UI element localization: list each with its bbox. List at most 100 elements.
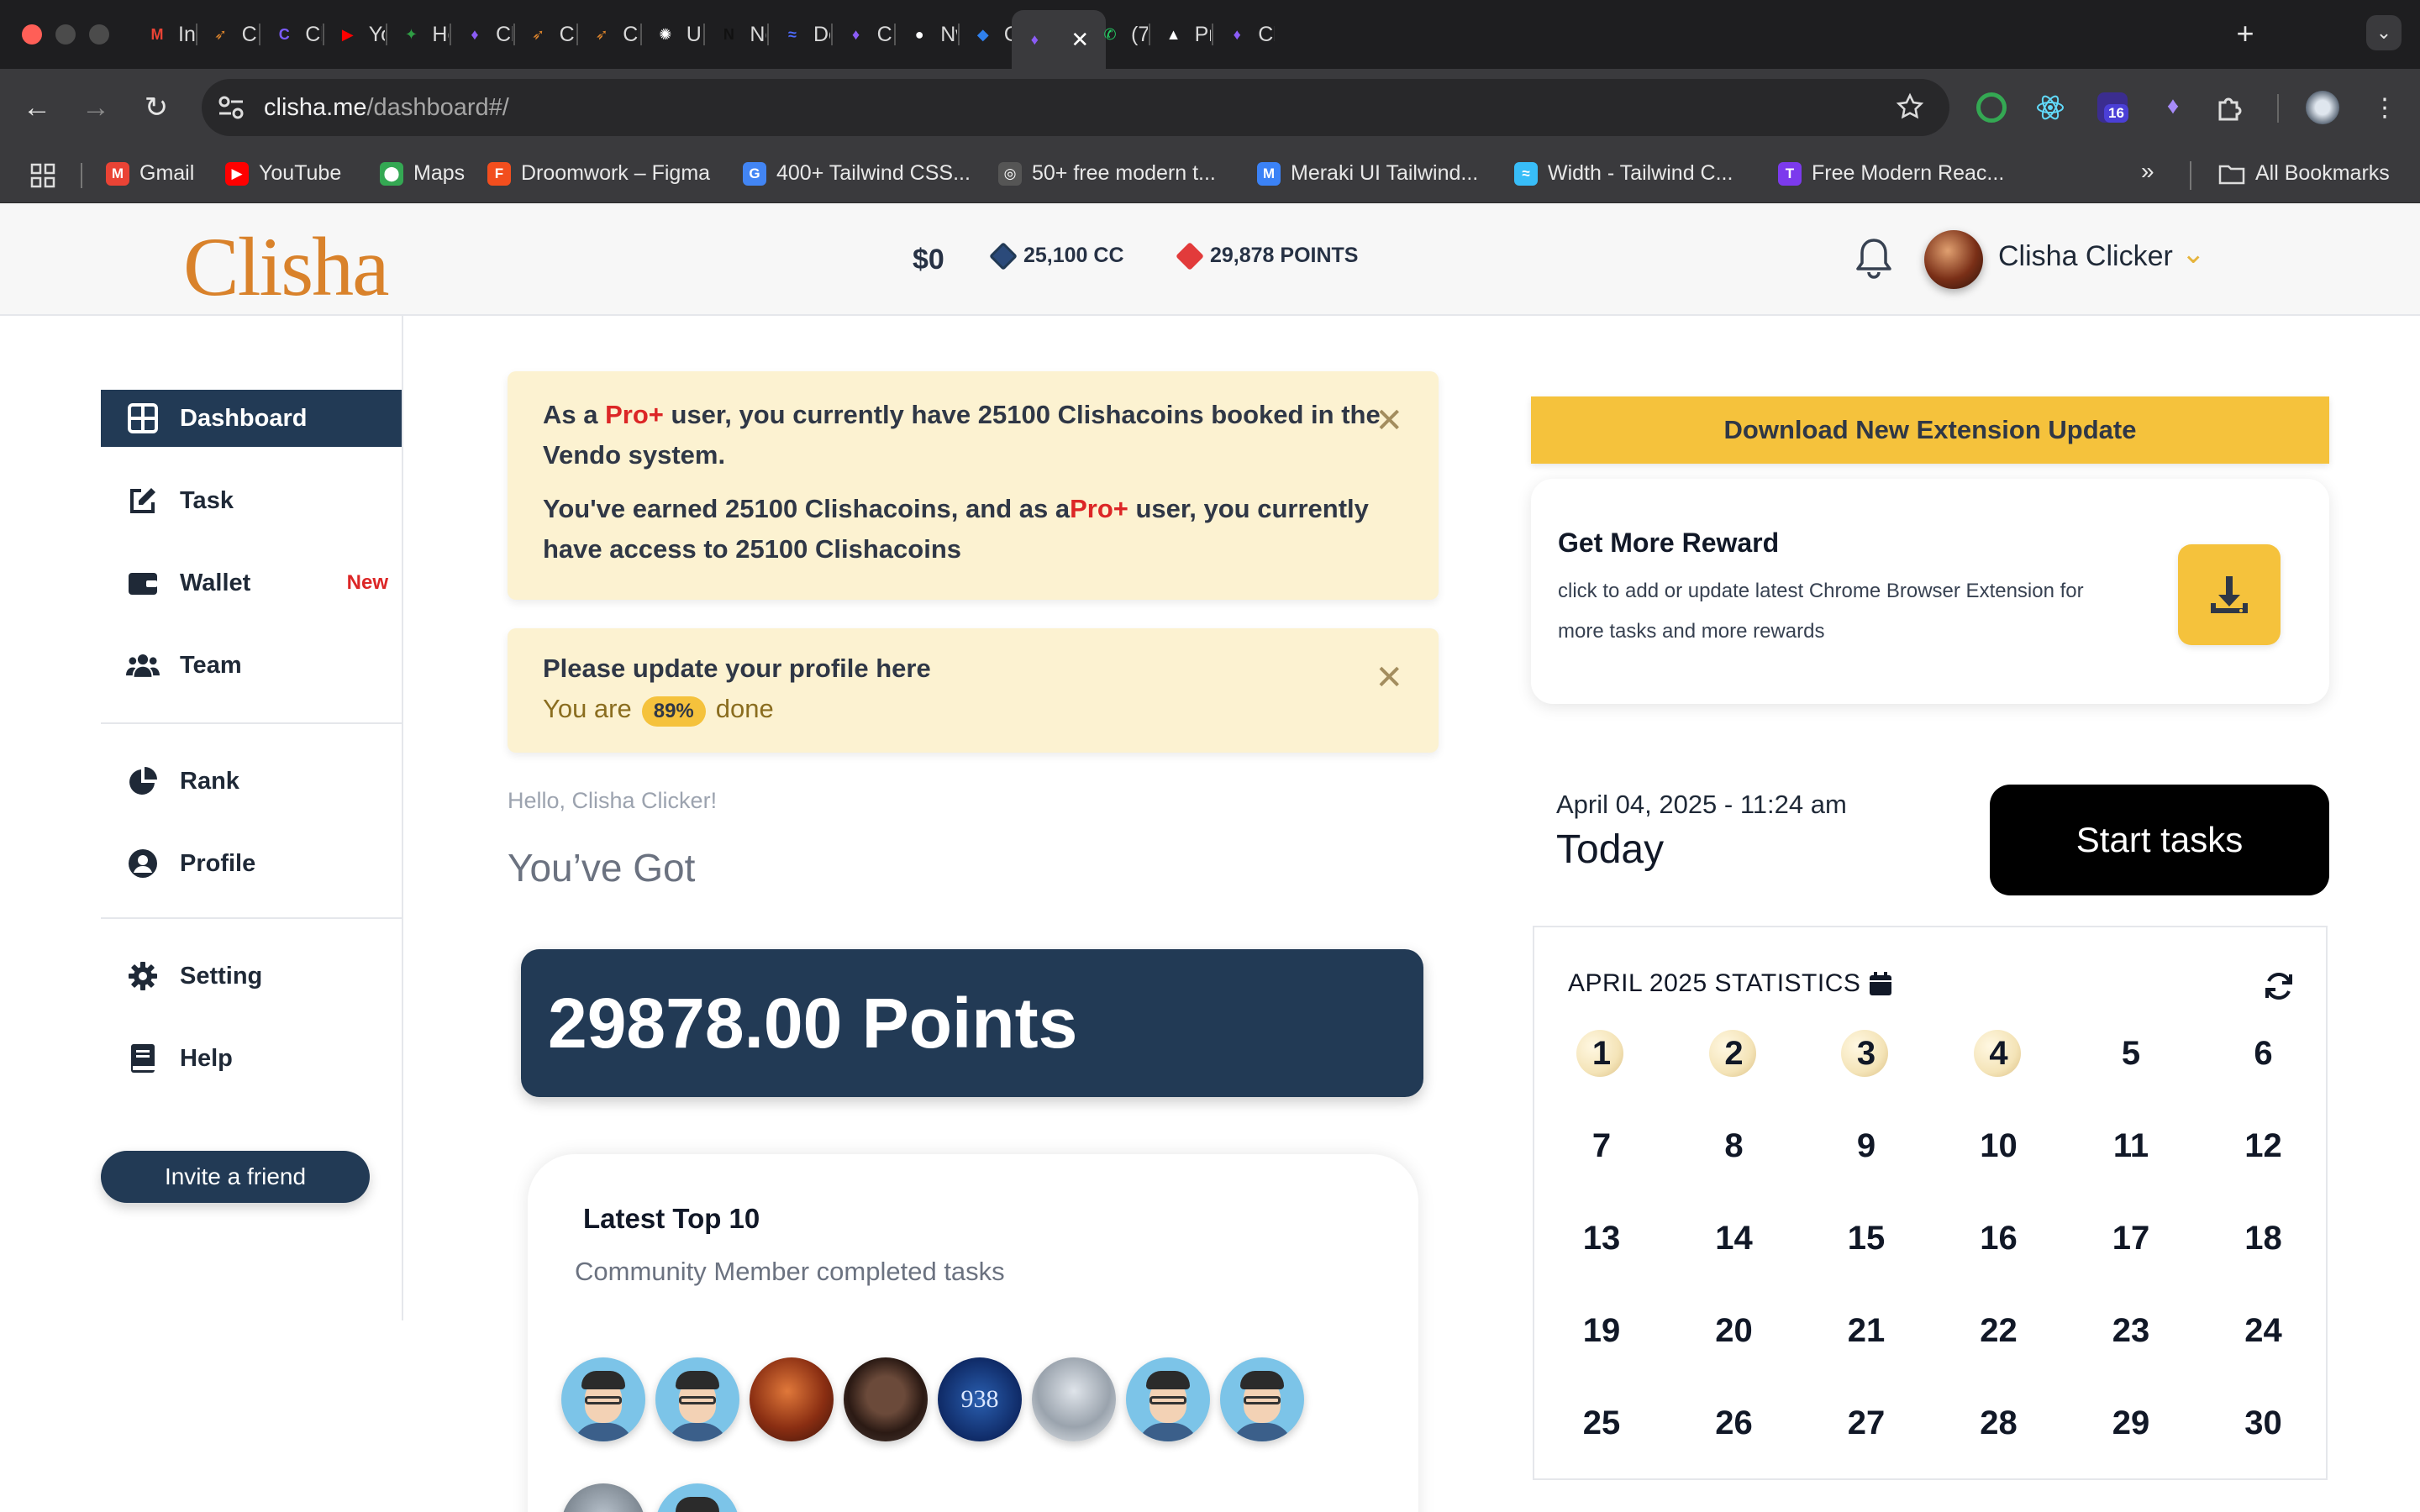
back-button[interactable]: ← bbox=[17, 87, 57, 128]
address-bar[interactable]: clisha.me/dashboard#/ bbox=[202, 79, 1949, 136]
clisha-extension-icon[interactable]: ♦ bbox=[2158, 92, 2188, 123]
apps-grid-icon[interactable] bbox=[30, 163, 55, 188]
refresh-icon[interactable] bbox=[2262, 969, 2296, 1003]
close-icon[interactable]: ✕ bbox=[1375, 402, 1403, 440]
browser-tab[interactable]: ➶ Clis bbox=[516, 13, 576, 55]
chevron-down-icon[interactable]: ⌄ bbox=[2181, 237, 2206, 270]
all-bookmarks-button[interactable]: All Bookmarks bbox=[2218, 161, 2390, 186]
bookmark-item[interactable]: M Gmail bbox=[106, 161, 194, 186]
member-avatar[interactable] bbox=[844, 1357, 928, 1441]
download-extension-banner[interactable]: Download New Extension Update bbox=[1531, 396, 2329, 464]
invite-friend-button[interactable]: Invite a friend bbox=[101, 1151, 370, 1203]
calendar-day[interactable]: 13 bbox=[1560, 1213, 1644, 1263]
calendar-day[interactable]: 2 bbox=[1692, 1028, 1776, 1079]
browser-tab[interactable]: ▶ You bbox=[325, 13, 386, 55]
browser-tab[interactable]: ♦ Clis bbox=[1214, 13, 1275, 55]
browser-tab[interactable]: ✆ (73) bbox=[1087, 13, 1147, 55]
member-avatar[interactable] bbox=[1032, 1357, 1116, 1441]
user-name[interactable]: Clisha Clicker bbox=[1998, 240, 2173, 273]
bookmark-item[interactable]: G 400+ Tailwind CSS... bbox=[743, 161, 971, 186]
profile-avatar-icon[interactable] bbox=[2306, 91, 2339, 124]
calendar-day[interactable]: 30 bbox=[2222, 1398, 2306, 1448]
browser-tab[interactable]: ➶ Clisl bbox=[579, 13, 639, 55]
calendar-day[interactable]: 12 bbox=[2222, 1121, 2306, 1171]
calendar-day[interactable]: 22 bbox=[1957, 1305, 2041, 1356]
calendar-day[interactable]: 11 bbox=[2089, 1121, 2173, 1171]
calendar-day[interactable]: 18 bbox=[2222, 1213, 2306, 1263]
bookmark-item[interactable]: F Droomwork – Figma bbox=[487, 161, 710, 186]
calendar-day[interactable]: 15 bbox=[1824, 1213, 1908, 1263]
bookmark-star-icon[interactable] bbox=[1896, 92, 1924, 121]
bookmark-item[interactable]: ▶ YouTube bbox=[225, 161, 341, 186]
bookmark-item[interactable]: ⬤ Maps bbox=[380, 161, 465, 186]
close-tab-icon[interactable]: ✕ bbox=[1071, 27, 1089, 53]
extensions-puzzle-icon[interactable] bbox=[2215, 92, 2245, 123]
reload-button[interactable]: ↻ bbox=[136, 87, 176, 128]
tab-search-button[interactable]: ⌄ bbox=[2366, 15, 2402, 50]
calendar-day[interactable]: 5 bbox=[2089, 1028, 2173, 1079]
bookmark-item[interactable]: T Free Modern Reac... bbox=[1778, 161, 2004, 186]
calendar-day[interactable]: 6 bbox=[2222, 1028, 2306, 1079]
sidebar-item-profile[interactable]: Profile bbox=[101, 835, 402, 892]
forward-button[interactable]: → bbox=[76, 87, 116, 128]
browser-tab[interactable]: ➶ Clisl bbox=[198, 13, 258, 55]
notification-bell-icon[interactable] bbox=[1854, 235, 1894, 282]
calendar-day[interactable]: 27 bbox=[1824, 1398, 1908, 1448]
calendar-day[interactable]: 19 bbox=[1560, 1305, 1644, 1356]
extension-badge-icon[interactable]: 16 bbox=[2097, 92, 2128, 123]
site-info-icon[interactable] bbox=[217, 94, 245, 121]
new-tab-button[interactable]: + bbox=[2225, 13, 2265, 54]
window-minimize-button[interactable] bbox=[55, 24, 76, 45]
sidebar-item-setting[interactable]: Setting bbox=[101, 948, 402, 1005]
calendar-day[interactable]: 3 bbox=[1824, 1028, 1908, 1079]
browser-tab[interactable]: ♦ Clis bbox=[834, 13, 893, 55]
calendar-day[interactable]: 28 bbox=[1957, 1398, 2041, 1448]
user-avatar[interactable] bbox=[1924, 230, 1983, 289]
clisha-logo[interactable]: Clisha bbox=[183, 218, 390, 315]
member-avatar[interactable] bbox=[750, 1357, 834, 1441]
calendar-day[interactable]: 1 bbox=[1560, 1028, 1644, 1079]
member-avatar[interactable] bbox=[1126, 1357, 1210, 1441]
bookmark-item[interactable]: M Meraki UI Tailwind... bbox=[1257, 161, 1478, 186]
bookmark-item[interactable]: ≈ Width - Tailwind C... bbox=[1514, 161, 1733, 186]
calendar-icon[interactable] bbox=[1869, 971, 1892, 996]
browser-tab[interactable]: ✺ Upc bbox=[643, 13, 702, 55]
window-zoom-button[interactable] bbox=[89, 24, 109, 45]
bookmark-item[interactable]: ◎ 50+ free modern t... bbox=[998, 161, 1216, 186]
calendar-day[interactable]: 17 bbox=[2089, 1213, 2173, 1263]
bookmarks-overflow-button[interactable]: » bbox=[2141, 158, 2154, 185]
member-avatar[interactable] bbox=[1220, 1357, 1304, 1441]
browser-tab[interactable]: C Clisl bbox=[261, 13, 322, 55]
react-devtools-icon[interactable] bbox=[2035, 92, 2065, 123]
start-tasks-button[interactable]: Start tasks bbox=[1990, 785, 2329, 895]
calendar-day[interactable]: 23 bbox=[2089, 1305, 2173, 1356]
browser-tab[interactable]: ≈ Dee bbox=[770, 13, 830, 55]
member-avatar[interactable] bbox=[561, 1357, 645, 1441]
extension-green-icon[interactable] bbox=[1976, 92, 2007, 123]
calendar-day[interactable]: 26 bbox=[1692, 1398, 1776, 1448]
calendar-day[interactable]: 7 bbox=[1560, 1121, 1644, 1171]
sidebar-item-rank[interactable]: Rank bbox=[101, 753, 402, 810]
calendar-day[interactable]: 4 bbox=[1957, 1028, 2041, 1079]
browser-tab[interactable]: ▲ Pror bbox=[1151, 13, 1212, 55]
window-close-button[interactable] bbox=[22, 24, 42, 45]
member-avatar[interactable] bbox=[655, 1483, 739, 1512]
sidebar-item-help[interactable]: Help bbox=[101, 1030, 402, 1087]
sidebar-item-wallet[interactable]: Wallet New bbox=[101, 554, 402, 612]
close-icon[interactable]: ✕ bbox=[1375, 659, 1403, 697]
calendar-day[interactable]: 21 bbox=[1824, 1305, 1908, 1356]
sidebar-item-task[interactable]: Task bbox=[101, 472, 402, 529]
browser-tab[interactable]: ♦ Clis bbox=[452, 13, 512, 55]
profile-notice-title[interactable]: Please update your profile here bbox=[543, 648, 1403, 689]
download-extension-button[interactable] bbox=[2178, 544, 2281, 645]
browser-tab[interactable]: M Inbo bbox=[134, 13, 195, 55]
member-avatar[interactable] bbox=[655, 1357, 739, 1441]
calendar-day[interactable]: 9 bbox=[1824, 1121, 1908, 1171]
calendar-day[interactable]: 20 bbox=[1692, 1305, 1776, 1356]
calendar-day[interactable]: 29 bbox=[2089, 1398, 2173, 1448]
member-avatar[interactable]: 938 bbox=[938, 1357, 1022, 1441]
browser-menu-icon[interactable]: ⋮ bbox=[2365, 87, 2405, 128]
sidebar-item-dashboard[interactable]: Dashboard bbox=[101, 390, 402, 447]
calendar-day[interactable]: 25 bbox=[1560, 1398, 1644, 1448]
calendar-day[interactable]: 24 bbox=[2222, 1305, 2306, 1356]
